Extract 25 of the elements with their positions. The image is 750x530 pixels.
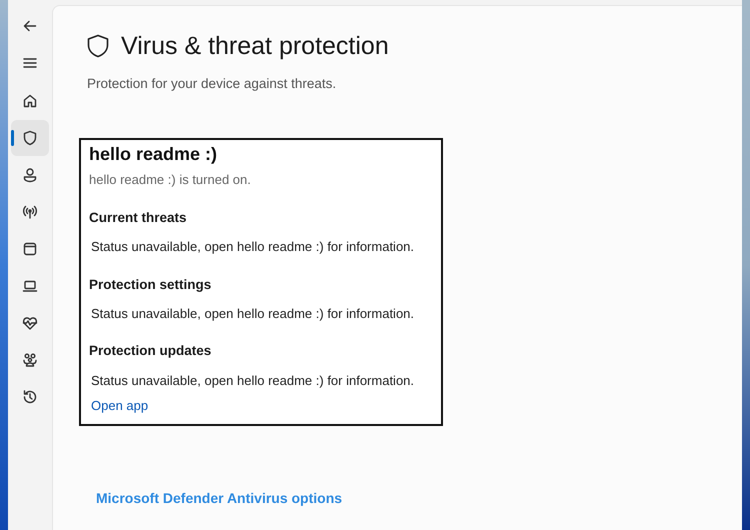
page-subtitle: Protection for your device against threats.	[87, 75, 338, 93]
back-arrow-icon	[22, 18, 38, 34]
nav-item[interactable]	[11, 120, 49, 156]
section-heading: Protection updates	[89, 342, 212, 360]
shield-icon	[87, 34, 109, 58]
window-icon	[22, 241, 38, 257]
shield-icon	[22, 130, 38, 146]
home-icon	[22, 93, 38, 109]
section-status: Status unavailable, open hello readme :) for information.	[91, 238, 416, 256]
history-icon	[22, 389, 38, 405]
provider-status: hello readme :) is turned on.	[89, 171, 252, 190]
heart-pulse-icon	[22, 315, 38, 331]
section-status: Status unavailable, open hello readme :) for information.	[91, 372, 416, 390]
section-status: Status unavailable, open hello readme :) for information.	[91, 304, 416, 323]
section-heading: Current threats	[89, 208, 188, 227]
family-icon	[22, 352, 38, 368]
provider-name: hello readme :)	[89, 143, 218, 166]
selection-indicator	[11, 130, 14, 146]
antenna-icon	[22, 204, 38, 220]
page-title: Virus & threat protection	[121, 31, 389, 62]
options-link[interactable]: Microsoft Defender Antivirus options	[96, 488, 342, 509]
person-icon	[22, 167, 38, 183]
laptop-icon	[22, 278, 38, 294]
section-heading: Protection settings	[89, 276, 212, 294]
open-app-link[interactable]: Open app	[91, 396, 148, 416]
